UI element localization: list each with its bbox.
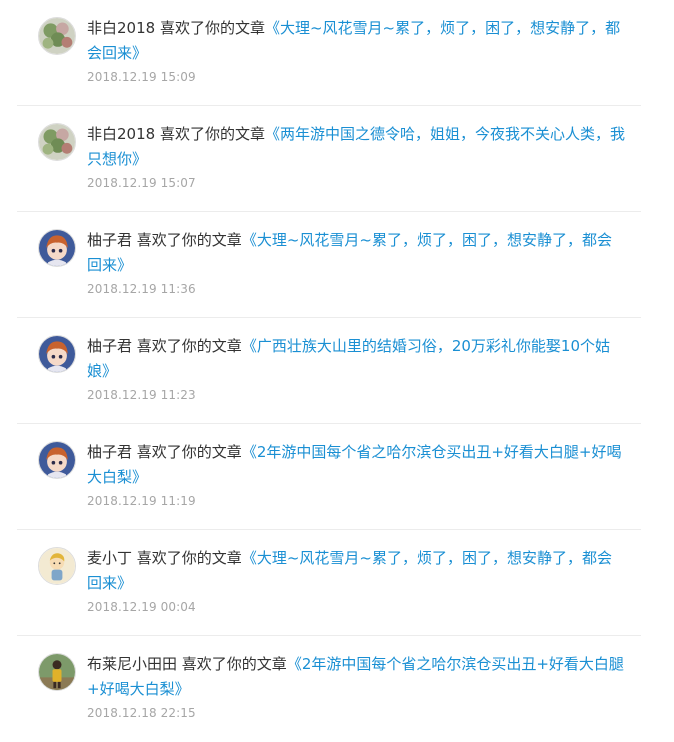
timestamp: 2018.12.19 15:07 bbox=[87, 176, 196, 190]
notification-item: 柚子君 喜欢了你的文章《广西壮族大山里的结婚习俗，20万彩礼你能娶10个姑娘》 … bbox=[17, 318, 641, 424]
timestamp: 2018.12.19 11:23 bbox=[87, 388, 196, 402]
action-text: 喜欢了你的文章 bbox=[136, 549, 242, 567]
notification-item: 非白2018 喜欢了你的文章《大理~风花雪月~累了，烦了，困了，想安静了，都会回… bbox=[17, 0, 641, 106]
avatar[interactable] bbox=[38, 123, 76, 161]
avatar-anime-image bbox=[39, 336, 75, 372]
notification-content: 麦小丁 喜欢了你的文章《大理~风花雪月~累了，烦了，困了，想安静了，都会回来》 … bbox=[87, 546, 625, 615]
action-text: 喜欢了你的文章 bbox=[159, 19, 265, 37]
timestamp: 2018.12.19 15:09 bbox=[87, 70, 196, 84]
avatar-photo-image bbox=[39, 654, 75, 690]
user-name[interactable]: 非白2018 bbox=[87, 125, 155, 143]
timestamp: 2018.12.19 00:04 bbox=[87, 600, 196, 614]
notification-text: 非白2018 喜欢了你的文章《两年游中国之德令哈，姐姐，今夜我不关心人类，我只想… bbox=[87, 122, 625, 172]
user-name[interactable]: 柚子君 bbox=[87, 231, 132, 249]
notification-text: 柚子君 喜欢了你的文章《2年游中国每个省之哈尔滨仓买出丑+好看大白腿+好喝大白梨… bbox=[87, 440, 625, 490]
avatar-plant-image bbox=[39, 18, 75, 54]
notification-content: 布莱尼小田田 喜欢了你的文章《2年游中国每个省之哈尔滨仓买出丑+好看大白腿+好喝… bbox=[87, 652, 625, 721]
notification-text: 非白2018 喜欢了你的文章《大理~风花雪月~累了，烦了，困了，想安静了，都会回… bbox=[87, 16, 625, 66]
notification-item: 麦小丁 喜欢了你的文章《大理~风花雪月~累了，烦了，困了，想安静了，都会回来》 … bbox=[17, 530, 641, 636]
timestamp: 2018.12.18 22:15 bbox=[87, 706, 196, 720]
action-text: 喜欢了你的文章 bbox=[136, 337, 242, 355]
avatar[interactable] bbox=[38, 547, 76, 585]
notification-item: 柚子君 喜欢了你的文章《2年游中国每个省之哈尔滨仓买出丑+好看大白腿+好喝大白梨… bbox=[17, 424, 641, 530]
timestamp: 2018.12.19 11:19 bbox=[87, 494, 196, 508]
timestamp: 2018.12.19 11:36 bbox=[87, 282, 196, 296]
avatar[interactable] bbox=[38, 17, 76, 55]
avatar-anime-image bbox=[39, 442, 75, 478]
action-text: 喜欢了你的文章 bbox=[159, 125, 265, 143]
avatar-anime-image bbox=[39, 230, 75, 266]
user-name[interactable]: 麦小丁 bbox=[87, 549, 132, 567]
avatar-plant-image bbox=[39, 124, 75, 160]
avatar[interactable] bbox=[38, 653, 76, 691]
user-name[interactable]: 柚子君 bbox=[87, 443, 132, 461]
notification-feed: 非白2018 喜欢了你的文章《大理~风花雪月~累了，烦了，困了，想安静了，都会回… bbox=[0, 0, 674, 742]
notification-content: 柚子君 喜欢了你的文章《大理~风花雪月~累了，烦了，困了，想安静了，都会回来》 … bbox=[87, 228, 625, 297]
avatar[interactable] bbox=[38, 229, 76, 267]
notification-content: 柚子君 喜欢了你的文章《广西壮族大山里的结婚习俗，20万彩礼你能娶10个姑娘》 … bbox=[87, 334, 625, 403]
notification-text: 柚子君 喜欢了你的文章《大理~风花雪月~累了，烦了，困了，想安静了，都会回来》 bbox=[87, 228, 625, 278]
notification-content: 柚子君 喜欢了你的文章《2年游中国每个省之哈尔滨仓买出丑+好看大白腿+好喝大白梨… bbox=[87, 440, 625, 509]
action-text: 喜欢了你的文章 bbox=[136, 443, 242, 461]
action-text: 喜欢了你的文章 bbox=[181, 655, 287, 673]
user-name[interactable]: 柚子君 bbox=[87, 337, 132, 355]
notification-item: 非白2018 喜欢了你的文章《两年游中国之德令哈，姐姐，今夜我不关心人类，我只想… bbox=[17, 106, 641, 212]
avatar[interactable] bbox=[38, 441, 76, 479]
user-name[interactable]: 布莱尼小田田 bbox=[87, 655, 177, 673]
notification-text: 麦小丁 喜欢了你的文章《大理~风花雪月~累了，烦了，困了，想安静了，都会回来》 bbox=[87, 546, 625, 596]
user-name[interactable]: 非白2018 bbox=[87, 19, 155, 37]
notification-content: 非白2018 喜欢了你的文章《大理~风花雪月~累了，烦了，困了，想安静了，都会回… bbox=[87, 16, 625, 85]
avatar[interactable] bbox=[38, 335, 76, 373]
notification-content: 非白2018 喜欢了你的文章《两年游中国之德令哈，姐姐，今夜我不关心人类，我只想… bbox=[87, 122, 625, 191]
notification-text: 布莱尼小田田 喜欢了你的文章《2年游中国每个省之哈尔滨仓买出丑+好看大白腿+好喝… bbox=[87, 652, 625, 702]
notification-item: 柚子君 喜欢了你的文章《大理~风花雪月~累了，烦了，困了，想安静了，都会回来》 … bbox=[17, 212, 641, 318]
action-text: 喜欢了你的文章 bbox=[136, 231, 242, 249]
avatar-cartoon-image bbox=[39, 548, 75, 584]
notification-item: 布莱尼小田田 喜欢了你的文章《2年游中国每个省之哈尔滨仓买出丑+好看大白腿+好喝… bbox=[17, 636, 641, 742]
notification-text: 柚子君 喜欢了你的文章《广西壮族大山里的结婚习俗，20万彩礼你能娶10个姑娘》 bbox=[87, 334, 625, 384]
